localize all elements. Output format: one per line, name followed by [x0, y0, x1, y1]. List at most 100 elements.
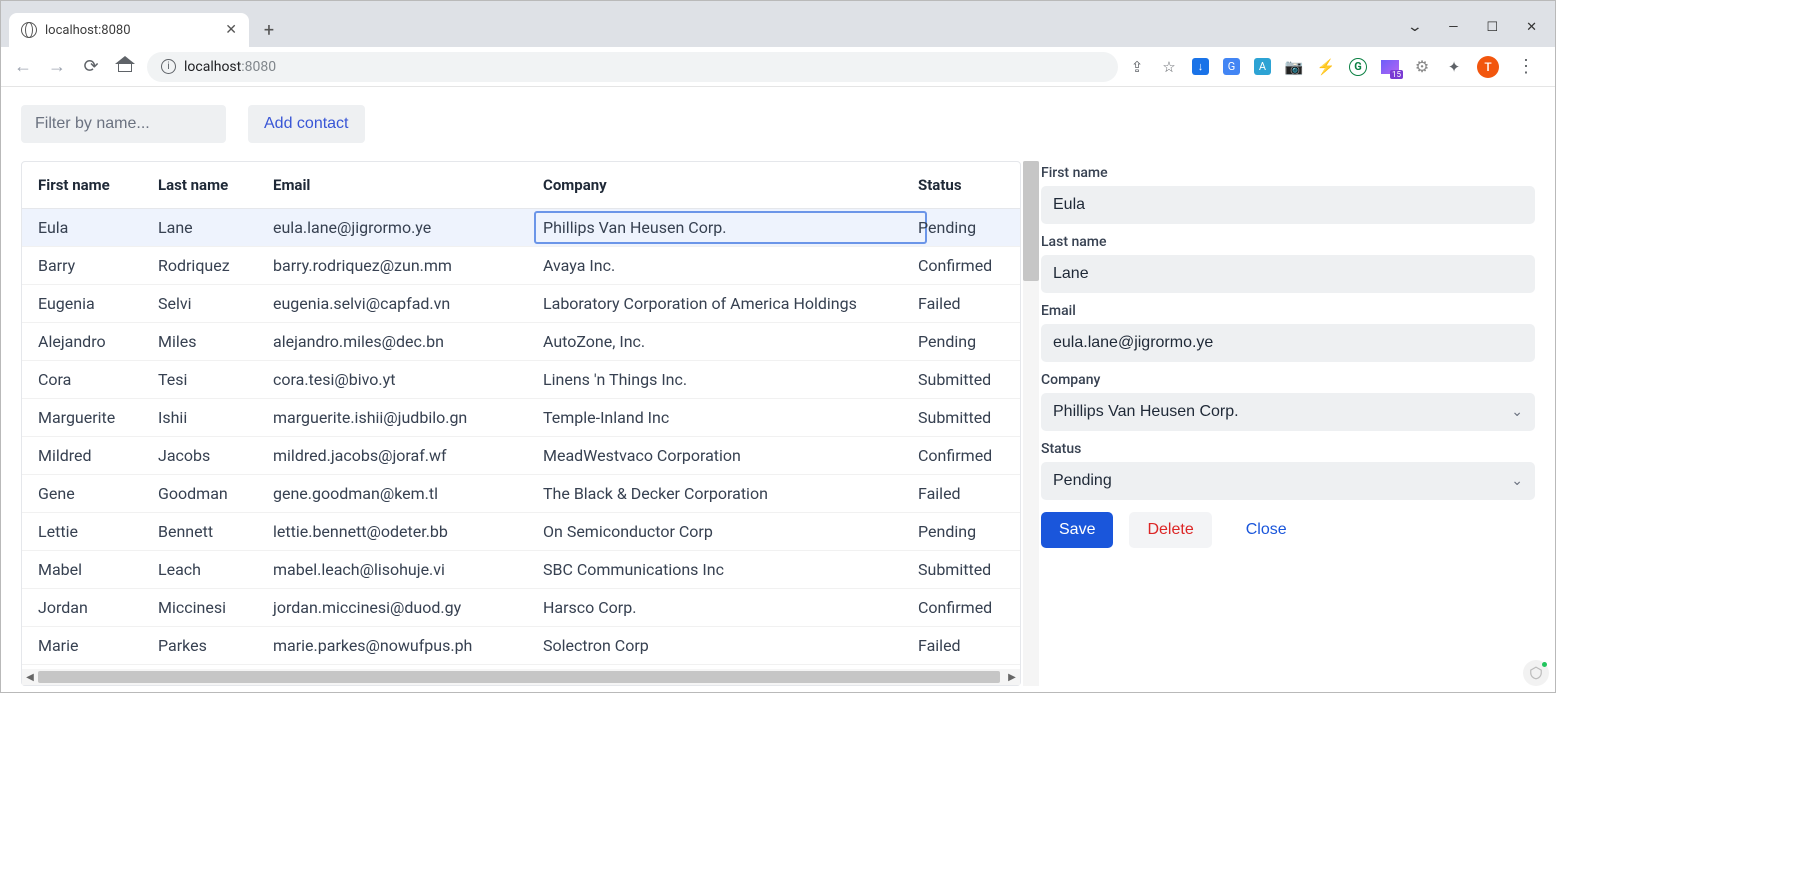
cell-company: The Black & Decker Corporation [543, 484, 918, 503]
new-tab-button[interactable]: + [255, 16, 283, 44]
cell-status: Submitted [918, 370, 1020, 389]
col-company[interactable]: Company [543, 176, 918, 194]
close-button[interactable]: Close [1228, 512, 1305, 548]
col-email[interactable]: Email [273, 176, 543, 194]
h-scroll-thumb[interactable] [38, 671, 1000, 683]
table-row[interactable]: MarieParkesmarie.parkes@nowufpus.phSolec… [22, 627, 1020, 665]
company-label: Company [1041, 372, 1535, 388]
cell-last: Tesi [158, 370, 273, 389]
tab-title: localhost:8080 [45, 23, 217, 38]
col-first-name[interactable]: First name [38, 176, 158, 194]
table-row[interactable]: LettieBennettlettie.bennett@odeter.bbOn … [22, 513, 1020, 551]
cell-company: On Semiconductor Corp [543, 522, 918, 541]
table-row[interactable]: EulaLaneeula.lane@jigrormo.yePhillips Va… [22, 209, 1020, 247]
titlebar: localhost:8080 ✕ + ⌄ — ☐ ✕ [1, 1, 1555, 47]
cell-last: Miccinesi [158, 598, 273, 617]
first-name-field[interactable] [1041, 186, 1535, 224]
browser-window: localhost:8080 ✕ + ⌄ — ☐ ✕ ← → ⟳ i local… [0, 0, 1556, 693]
scroll-left-icon[interactable]: ◀ [22, 669, 38, 685]
cell-last: Ishii [158, 408, 273, 427]
grammarly-icon[interactable]: G [1349, 58, 1367, 76]
cell-first: Eugenia [38, 294, 158, 313]
minimize-icon[interactable]: — [1448, 20, 1458, 35]
table-row[interactable]: MargueriteIshiimarguerite.ishii@judbilo.… [22, 399, 1020, 437]
cell-company: Laboratory Corporation of America Holdin… [543, 294, 918, 313]
save-button[interactable]: Save [1041, 512, 1113, 548]
cell-email: mabel.leach@lisohuje.vi [273, 560, 543, 579]
first-name-label: First name [1041, 165, 1535, 181]
status-select[interactable] [1041, 462, 1535, 500]
table-row[interactable]: JordanMiccinesijordan.miccinesi@duod.gyH… [22, 589, 1020, 627]
cell-status: Pending [918, 332, 1020, 351]
chevron-down-icon[interactable]: ⌄ [1406, 19, 1422, 35]
bolt-icon[interactable]: ⚡ [1317, 58, 1335, 76]
table-row[interactable]: MabelLeachmabel.leach@lisohuje.viSBC Com… [22, 551, 1020, 589]
cell-company: AutoZone, Inc. [543, 332, 918, 351]
last-name-field[interactable] [1041, 255, 1535, 293]
status-indicator-icon[interactable] [1523, 660, 1549, 686]
cell-status: Confirmed [918, 446, 1020, 465]
table-row[interactable]: MildredJacobsmildred.jacobs@joraf.wfMead… [22, 437, 1020, 475]
address-bar[interactable]: i localhost:8080 [147, 52, 1118, 82]
menu-icon[interactable]: ⋮ [1513, 56, 1539, 77]
cell-first: Cora [38, 370, 158, 389]
table-row[interactable]: EugeniaSelvieugenia.selvi@capfad.vnLabor… [22, 285, 1020, 323]
cell-email: mildred.jacobs@joraf.wf [273, 446, 543, 465]
cell-status: Pending [918, 218, 1020, 237]
profile-avatar[interactable]: T [1477, 56, 1499, 78]
cell-status: Failed [918, 294, 1020, 313]
delete-button[interactable]: Delete [1129, 512, 1211, 548]
v-scroll-thumb[interactable] [1023, 161, 1039, 281]
maximize-icon[interactable]: ☐ [1486, 20, 1498, 35]
table-row[interactable]: GeneGoodmangene.goodman@kem.tlThe Black … [22, 475, 1020, 513]
cell-first: Gene [38, 484, 158, 503]
table-body: EulaLaneeula.lane@jigrormo.yePhillips Va… [22, 209, 1020, 665]
cell-company: Avaya Inc. [543, 256, 918, 275]
browser-tab[interactable]: localhost:8080 ✕ [9, 13, 249, 47]
table-header: First name Last name Email Company Statu… [22, 162, 1020, 209]
app-body: First name Last name Email Company Statu… [21, 161, 1535, 686]
browser-toolbar: ← → ⟳ i localhost:8080 ⇪ ☆ ↓ G A 📷 ⚡ G 1… [1, 47, 1555, 87]
cell-status: Submitted [918, 560, 1020, 579]
url-port: :8080 [241, 59, 276, 75]
puzzle-icon[interactable]: ✦ [1445, 58, 1463, 76]
col-status[interactable]: Status [918, 176, 1028, 194]
graduation-ext-icon[interactable]: 15 [1381, 60, 1399, 74]
close-tab-icon[interactable]: ✕ [225, 22, 237, 38]
translate-ext-icon[interactable]: G [1223, 58, 1240, 75]
app-content: Add contact First name Last name Email C… [1, 87, 1555, 692]
back-icon: ← [11, 56, 35, 77]
close-window-icon[interactable]: ✕ [1526, 20, 1537, 35]
cell-company: Phillips Van Heusen Corp. [535, 212, 926, 243]
share-icon[interactable]: ⇪ [1128, 58, 1146, 76]
cell-company: SBC Communications Inc [543, 560, 918, 579]
filter-input[interactable] [21, 105, 226, 143]
cell-first: Barry [38, 256, 158, 275]
contacts-table: First name Last name Email Company Statu… [21, 161, 1021, 686]
email-field[interactable] [1041, 324, 1535, 362]
col-last-name[interactable]: Last name [158, 176, 273, 194]
vertical-scrollbar[interactable] [1023, 161, 1039, 686]
info-icon[interactable]: i [161, 59, 176, 74]
table-row[interactable]: BarryRodriquezbarry.rodriquez@zun.mmAvay… [22, 247, 1020, 285]
gear-icon[interactable]: ⚙ [1413, 58, 1431, 76]
screenshot-ext-icon[interactable]: A [1254, 58, 1271, 75]
cell-status: Submitted [918, 408, 1020, 427]
star-icon[interactable]: ☆ [1160, 58, 1178, 76]
reload-icon[interactable]: ⟳ [79, 56, 103, 77]
cell-email: barry.rodriquez@zun.mm [273, 256, 543, 275]
scroll-right-icon[interactable]: ▶ [1004, 669, 1020, 685]
table-row[interactable]: CoraTesicora.tesi@bivo.ytLinens 'n Thing… [22, 361, 1020, 399]
camera-icon[interactable]: 📷 [1285, 58, 1303, 76]
home-icon[interactable] [113, 56, 137, 77]
cell-email: eugenia.selvi@capfad.vn [273, 294, 543, 313]
cell-company: Temple-Inland Inc [543, 408, 918, 427]
company-select[interactable] [1041, 393, 1535, 431]
table-row[interactable]: AlejandroMilesalejandro.miles@dec.bnAuto… [22, 323, 1020, 361]
download-ext-icon[interactable]: ↓ [1192, 58, 1209, 75]
cell-first: Jordan [38, 598, 158, 617]
cell-last: Rodriquez [158, 256, 273, 275]
cell-first: Lettie [38, 522, 158, 541]
horizontal-scrollbar[interactable]: ◀ ▶ [22, 669, 1020, 685]
add-contact-button[interactable]: Add contact [248, 105, 365, 143]
